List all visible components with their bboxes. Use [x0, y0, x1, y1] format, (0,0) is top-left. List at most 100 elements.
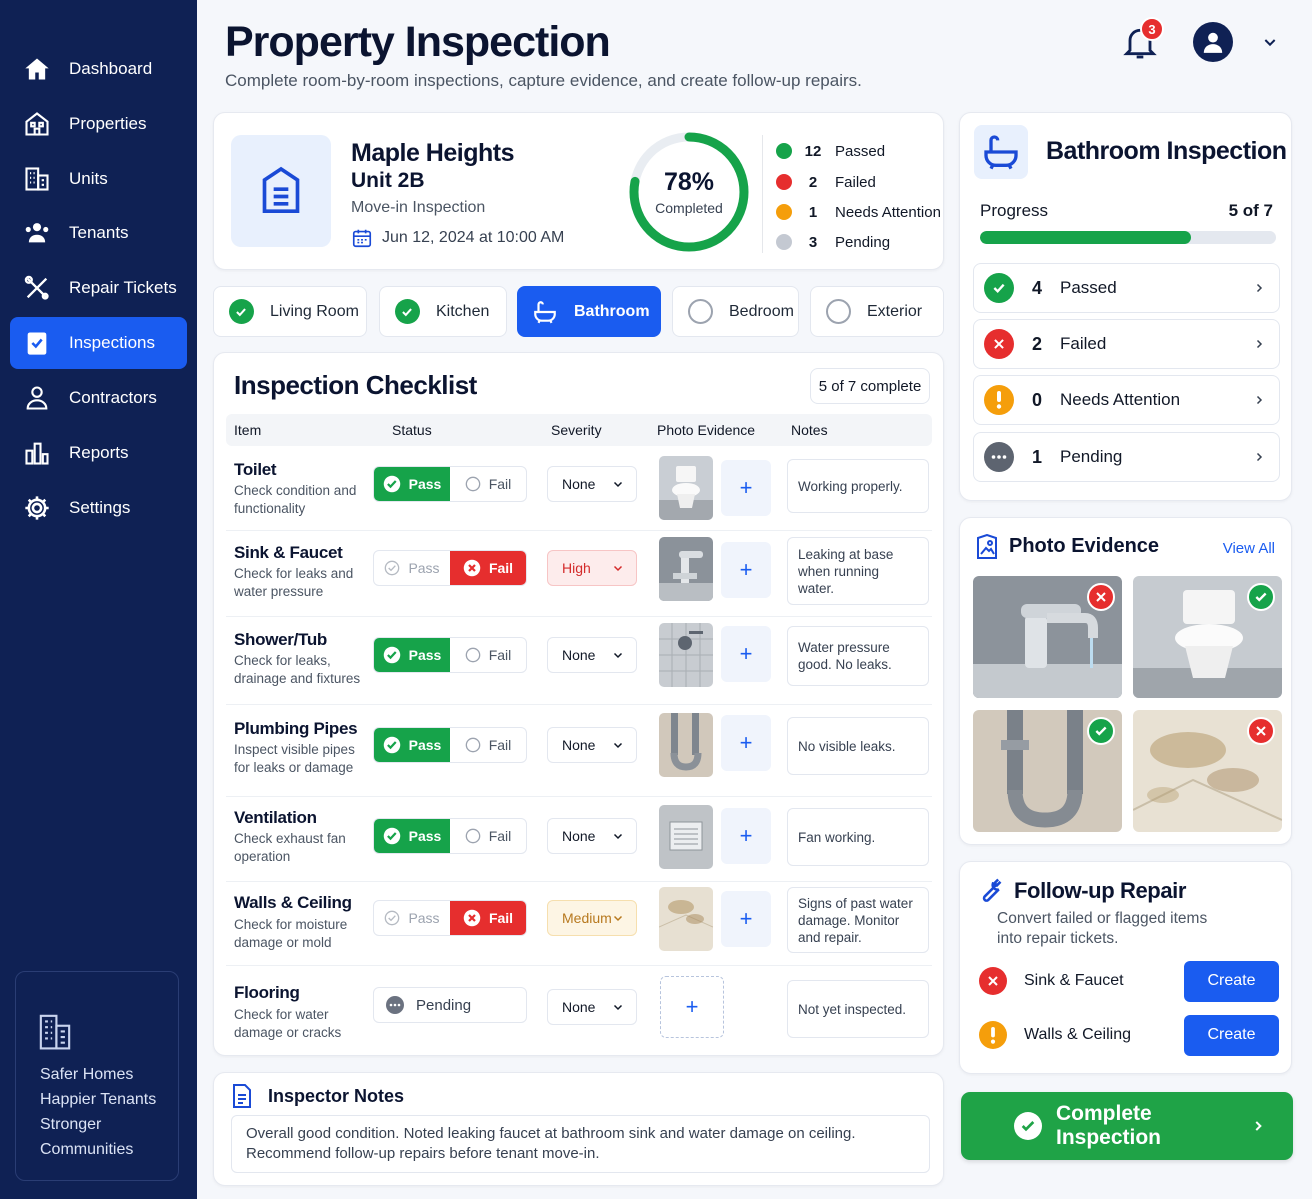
sidebar-item-label: Properties: [69, 114, 147, 133]
sidebar-item-inspections[interactable]: Inspections: [10, 317, 187, 369]
pending-status[interactable]: Pending: [373, 987, 527, 1023]
summary-count: 2: [1031, 333, 1042, 354]
add-photo-button[interactable]: +: [721, 460, 771, 516]
completion-percent: 78%: [663, 168, 715, 196]
photo-toilet[interactable]: [1133, 576, 1282, 698]
sidebar-item-contractors[interactable]: Contractors: [10, 372, 187, 424]
severity-select[interactable]: None: [547, 989, 637, 1025]
add-photo-button[interactable]: +: [721, 891, 771, 947]
fail-button[interactable]: Fail: [450, 901, 526, 935]
notes-field[interactable]: Signs of past water damage. Monitor and …: [787, 887, 929, 953]
city-building-icon: [38, 1010, 72, 1050]
photo-thumbnail-faucet[interactable]: [659, 537, 713, 601]
pass-button[interactable]: Pass: [374, 819, 450, 853]
photo-thumbnail-ceiling[interactable]: [659, 887, 713, 951]
image-icon: [975, 534, 999, 560]
sidebar-item-reports[interactable]: Reports: [10, 427, 187, 479]
pass-fail-toggle: Pass Fail: [373, 818, 527, 854]
photo-faucet[interactable]: [973, 576, 1122, 698]
sidebar-item-dashboard[interactable]: Dashboard: [10, 43, 187, 95]
severity-select[interactable]: None: [547, 637, 637, 673]
pass-button[interactable]: Pass: [374, 901, 450, 935]
create-ticket-button[interactable]: Create: [1184, 960, 1279, 1002]
notes-field[interactable]: Water pressure good. No leaks.: [787, 626, 929, 686]
item-description: Check for moisture damage or mold: [234, 917, 348, 950]
inspector-notes-textarea[interactable]: Overall good condition. Noted leaking fa…: [231, 1115, 930, 1173]
stat-label: Needs Attention: [835, 203, 941, 221]
pass-button[interactable]: Pass: [374, 638, 450, 672]
notes-field[interactable]: Fan working.: [787, 808, 929, 866]
fail-button[interactable]: Fail: [450, 467, 526, 501]
add-photo-button[interactable]: +: [660, 976, 724, 1038]
tab-bedroom[interactable]: Bedroom: [672, 286, 799, 337]
severity-select[interactable]: None: [547, 727, 637, 763]
inspection-checklist-card: Inspection Checklist 5 of 7 complete Ite…: [213, 352, 944, 1056]
followup-item-label: Sink & Faucet: [1024, 972, 1124, 989]
pass-fail-toggle: Pass Fail: [373, 550, 527, 586]
avatar[interactable]: [1193, 22, 1233, 62]
tab-label: Bedroom: [729, 302, 794, 320]
severity-select[interactable]: None: [547, 818, 637, 854]
view-all-link[interactable]: View All: [1223, 540, 1275, 557]
fail-marker-icon: [1087, 583, 1115, 611]
chevron-right-icon: [1255, 1121, 1262, 1131]
severity-select[interactable]: Medium: [547, 900, 637, 936]
fail-button[interactable]: Fail: [450, 638, 526, 672]
photo-thumbnail-toilet[interactable]: [659, 456, 713, 520]
sidebar-item-tenants[interactable]: Tenants: [10, 207, 187, 259]
sidebar-item-repair-tickets[interactable]: Repair Tickets: [10, 262, 187, 314]
sidebar-item-label: Tenants: [69, 223, 129, 242]
create-ticket-button[interactable]: Create: [1184, 1014, 1279, 1056]
radio-empty-icon: [465, 737, 481, 753]
photo-thumbnail-pipes[interactable]: [659, 713, 713, 777]
add-photo-button[interactable]: +: [721, 626, 771, 682]
notes-field[interactable]: Working properly.: [787, 459, 929, 513]
tab-kitchen[interactable]: Kitchen: [379, 286, 507, 337]
table-row: Plumbing Pipes Inspect visible pipes for…: [214, 705, 945, 796]
item-description: Inspect visible pipes for leaks or damag…: [234, 742, 355, 775]
summary-row-passed[interactable]: 4 Passed: [973, 263, 1280, 313]
promo-line: Safer Homes: [40, 1066, 134, 1083]
chevron-down-icon[interactable]: [1262, 34, 1278, 50]
item-name: Plumbing Pipes: [234, 719, 358, 738]
summary-count: 4: [1031, 277, 1042, 298]
photo-thumbnail-fan[interactable]: [659, 805, 713, 869]
photo-pipes[interactable]: [973, 710, 1122, 832]
radio-empty-icon: [465, 476, 481, 492]
summary-row-pending[interactable]: 1 Pending: [973, 432, 1280, 482]
radio-empty-icon: [465, 647, 481, 663]
sidebar-item-settings[interactable]: Settings: [10, 482, 187, 534]
pass-button[interactable]: Pass: [374, 467, 450, 501]
chart-icon: [22, 438, 52, 468]
photo-ceiling[interactable]: [1133, 710, 1282, 832]
item-name: Toilet: [234, 460, 277, 479]
notes-field[interactable]: No visible leaks.: [787, 717, 929, 775]
pass-button[interactable]: Pass: [374, 728, 450, 762]
pass-button[interactable]: Pass: [374, 551, 450, 585]
severity-select[interactable]: High: [547, 550, 637, 586]
fail-button[interactable]: Fail: [450, 819, 526, 853]
add-photo-button[interactable]: +: [721, 808, 771, 864]
add-photo-button[interactable]: +: [721, 715, 771, 771]
tab-exterior[interactable]: Exterior: [810, 286, 944, 337]
item-description: Check exhaust fan operation: [234, 831, 346, 864]
tab-living-room[interactable]: Living Room: [213, 286, 367, 337]
photo-thumbnail-shower[interactable]: [659, 623, 713, 687]
sidebar-item-label: Dashboard: [69, 59, 153, 78]
add-photo-button[interactable]: +: [721, 542, 771, 598]
sidebar-item-properties[interactable]: Properties: [10, 98, 187, 150]
summary-row-needs-attention[interactable]: 0 Needs Attention: [973, 375, 1280, 425]
notes-field[interactable]: Not yet inspected.: [787, 980, 929, 1038]
fail-button[interactable]: Fail: [450, 551, 526, 585]
tab-bathroom[interactable]: Bathroom: [517, 286, 661, 337]
summary-row-failed[interactable]: 2 Failed: [973, 319, 1280, 369]
complete-inspection-button[interactable]: Complete Inspection: [961, 1092, 1293, 1160]
severity-select[interactable]: None: [547, 466, 637, 502]
sidebar-item-label: Units: [69, 169, 108, 188]
notes-field[interactable]: Leaking at base when running water.: [787, 537, 929, 605]
sidebar-item-units[interactable]: Units: [10, 153, 187, 205]
property-unit: Unit 2B: [351, 169, 425, 192]
fail-button[interactable]: Fail: [450, 728, 526, 762]
tab-label: Bathroom: [574, 302, 650, 320]
wrench-icon: [976, 876, 1004, 904]
